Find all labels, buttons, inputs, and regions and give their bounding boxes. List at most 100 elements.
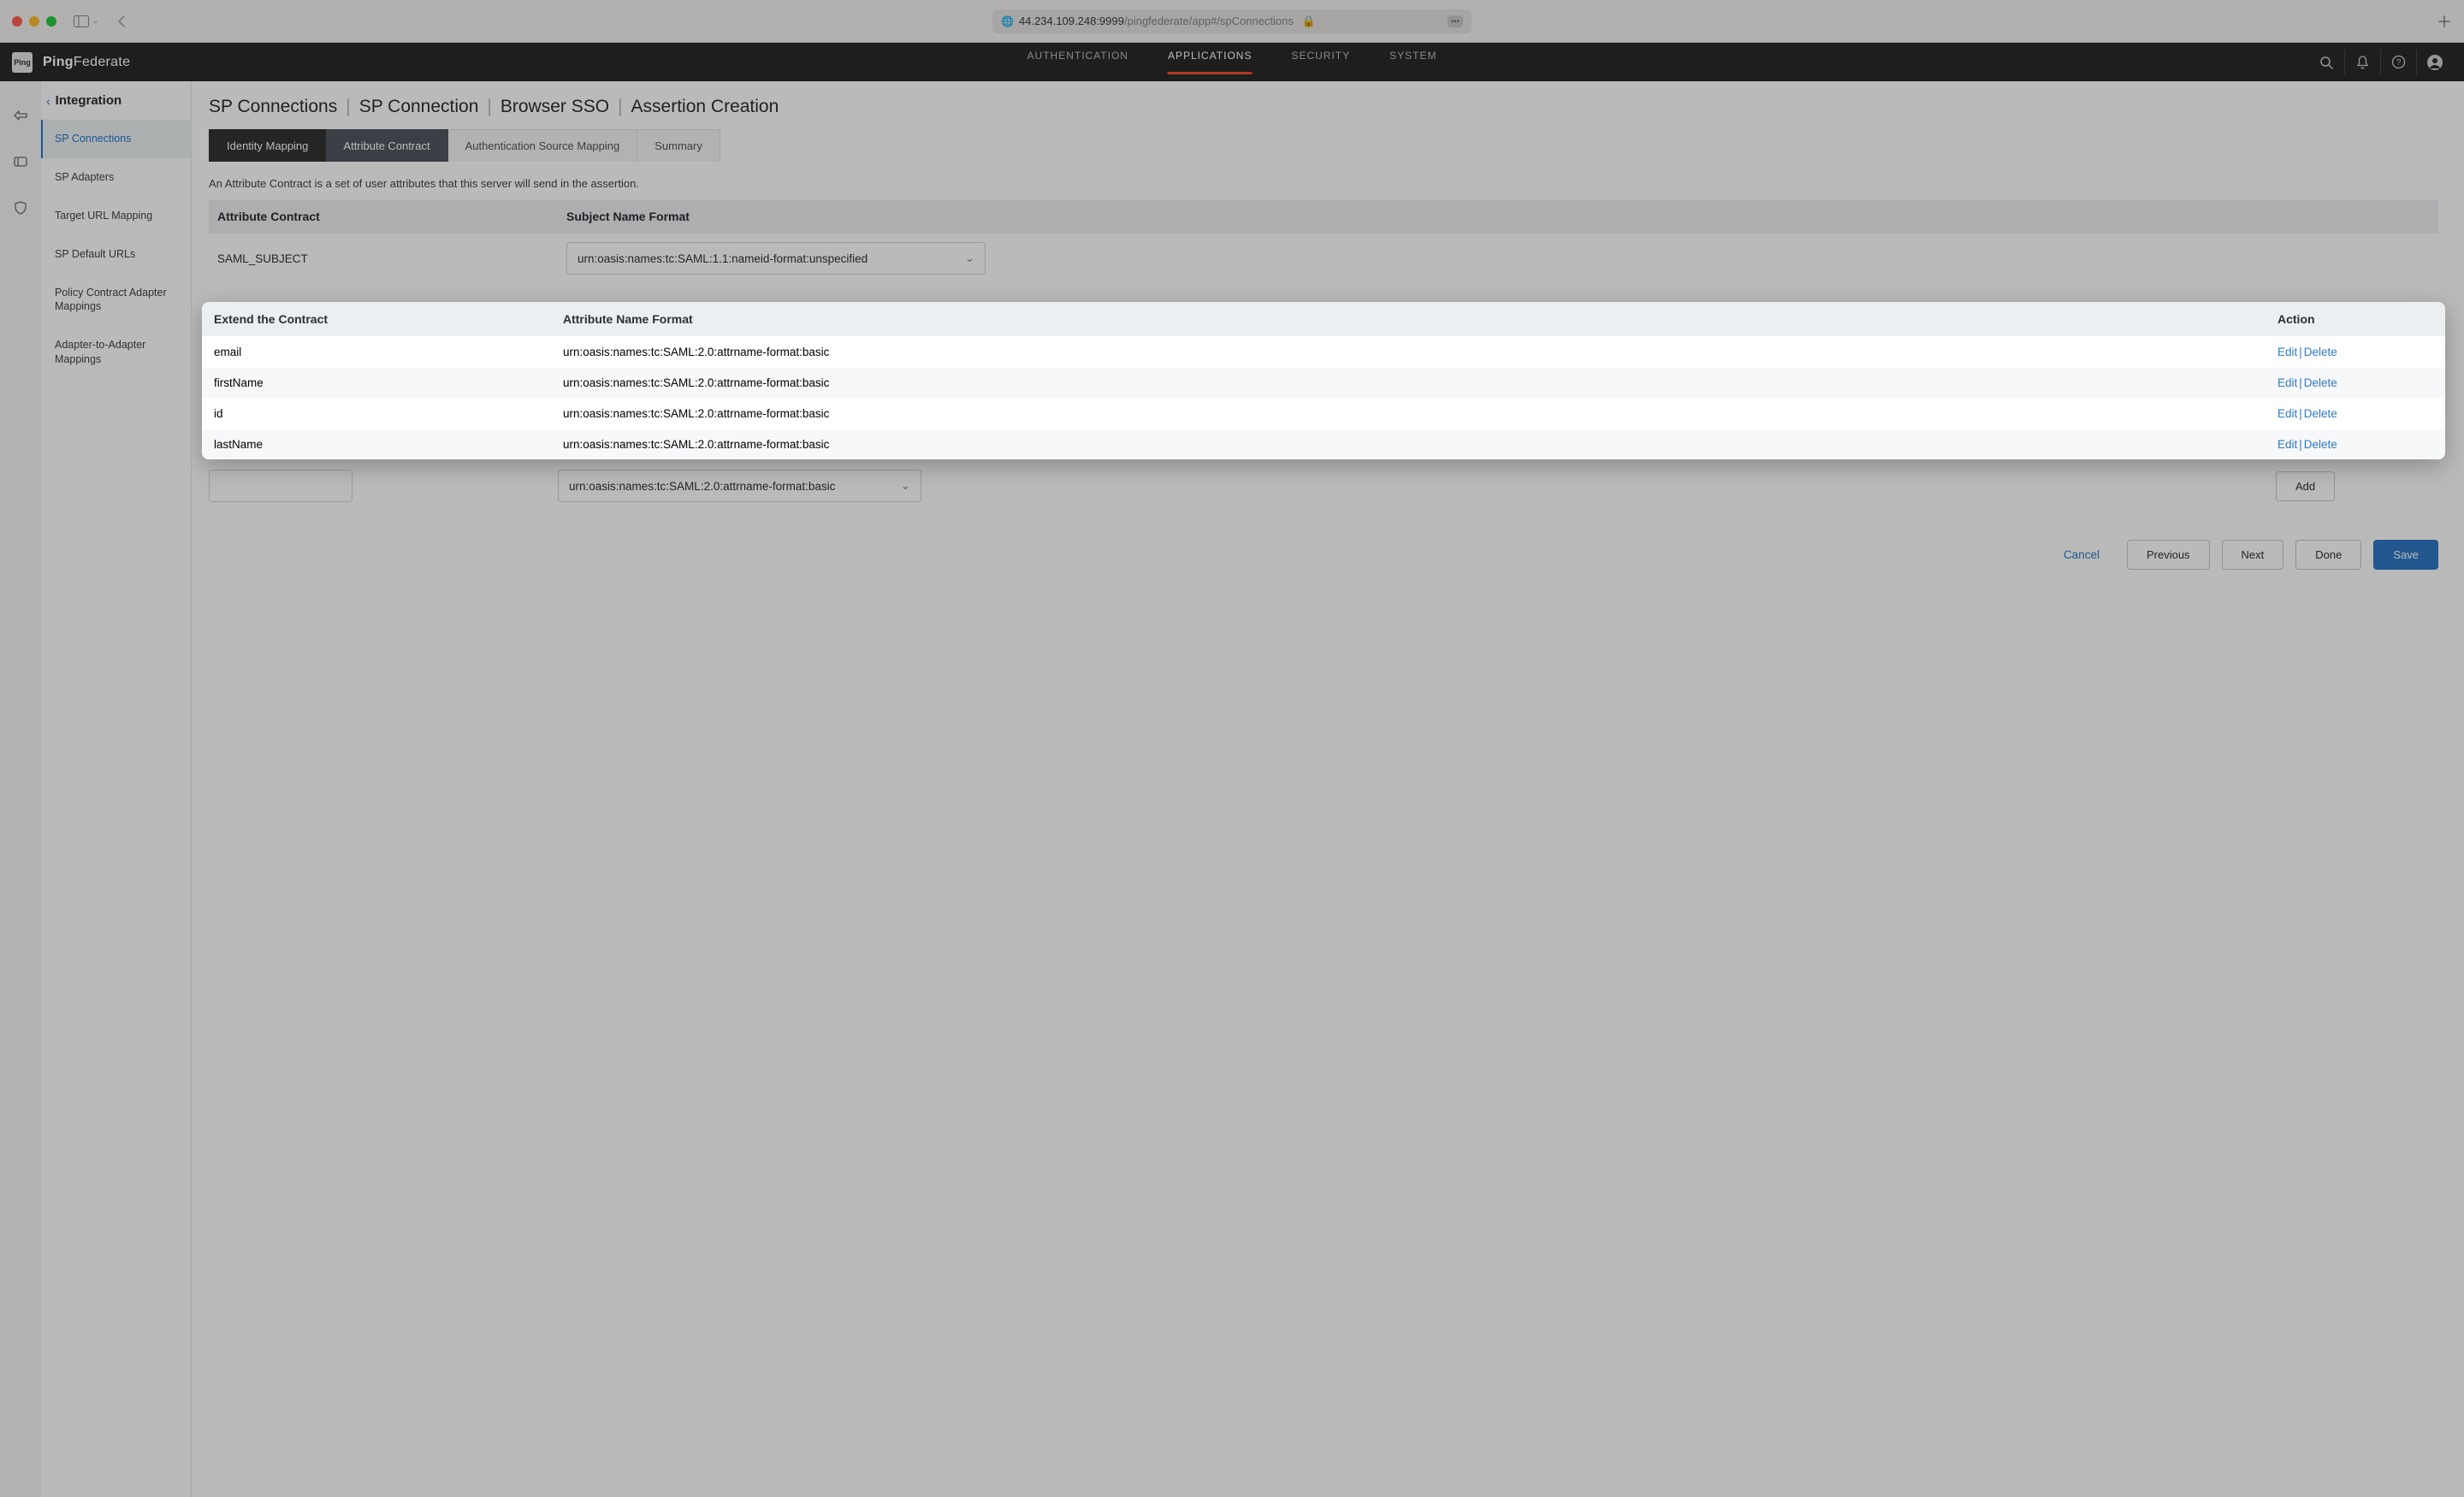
edit-link[interactable]: Edit: [2277, 346, 2297, 358]
brand-logo: Ping: [12, 52, 33, 73]
help-icon[interactable]: ?: [2380, 50, 2416, 75]
breadcrumb-item: Assertion Creation: [631, 97, 779, 117]
chevron-down-icon: ⌄: [901, 479, 910, 493]
edit-link[interactable]: Edit: [2277, 407, 2297, 420]
nav-security[interactable]: SECURITY: [1291, 50, 1350, 74]
extend-attr-name: id: [202, 399, 551, 429]
url-path: /pingfederate/app#/spConnections: [1124, 15, 1294, 27]
sidebar: ‹ Integration SP Connections SP Adapters…: [41, 81, 192, 1497]
delete-link[interactable]: Delete: [2304, 407, 2337, 420]
url-host: 44.234.109.248:9999: [1019, 15, 1124, 27]
previous-button[interactable]: Previous: [2127, 540, 2210, 570]
sidebar-item-sp-connections[interactable]: SP Connections: [41, 120, 191, 158]
delete-link[interactable]: Delete: [2304, 376, 2337, 389]
url-bar[interactable]: 🌐 44.234.109.248:9999/pingfederate/app#/…: [992, 9, 1472, 33]
add-button[interactable]: Add: [2276, 471, 2335, 501]
nav-authentication[interactable]: AUTHENTICATION: [1028, 50, 1128, 74]
extend-attr-format: urn:oasis:names:tc:SAML:2.0:attrname-for…: [551, 337, 2266, 368]
tab-identity-mapping[interactable]: Identity Mapping: [209, 129, 326, 162]
svg-text:?: ?: [2396, 58, 2402, 68]
back-button[interactable]: [116, 15, 126, 28]
extend-attr-format: urn:oasis:names:tc:SAML:2.0:attrname-for…: [551, 368, 2266, 399]
tab-auth-source-mapping[interactable]: Authentication Source Mapping: [448, 129, 638, 162]
delete-link[interactable]: Delete: [2304, 346, 2337, 358]
extend-attr-name: firstName: [202, 368, 551, 399]
contract-attr-name: SAML_SUBJECT: [209, 234, 558, 284]
col-attribute-contract: Attribute Contract: [209, 200, 558, 234]
add-attribute-row: urn:oasis:names:tc:SAML:2.0:attrname-for…: [209, 470, 2438, 502]
icon-rail: [0, 81, 41, 1497]
rail-adapter-icon[interactable]: [12, 153, 29, 170]
sidebar-item-sp-adapters[interactable]: SP Adapters: [41, 158, 191, 197]
app-header: Ping PingFederate AUTHENTICATION APPLICA…: [0, 43, 2464, 81]
url-more-button[interactable]: •••: [1448, 15, 1463, 27]
table-row: SAML_SUBJECT urn:oasis:names:tc:SAML:1.1…: [209, 234, 2438, 284]
breadcrumb-item[interactable]: SP Connections: [209, 97, 337, 117]
lock-icon: 🔒: [1302, 15, 1316, 28]
nav-system[interactable]: SYSTEM: [1389, 50, 1436, 74]
main-content: SP Connections | SP Connection | Browser…: [192, 81, 2464, 1497]
table-row: lastNameurn:oasis:names:tc:SAML:2.0:attr…: [202, 429, 2445, 460]
new-tab-button[interactable]: ＋: [2437, 10, 2452, 33]
select-value: urn:oasis:names:tc:SAML:1.1:nameid-forma…: [578, 252, 868, 265]
primary-nav: AUTHENTICATION APPLICATIONS SECURITY SYS…: [1028, 50, 1437, 74]
tab-attribute-contract[interactable]: Attribute Contract: [326, 129, 447, 162]
sidebar-item-adapter-to-adapter-mappings[interactable]: Adapter-to-Adapter Mappings: [41, 326, 191, 379]
search-icon[interactable]: [2308, 50, 2344, 75]
wizard-footer: Cancel Previous Next Done Save: [209, 540, 2438, 570]
next-button[interactable]: Next: [2222, 540, 2284, 570]
window-controls: [12, 16, 56, 27]
sidebar-back-button[interactable]: ‹ Integration: [41, 81, 191, 120]
table-row: emailurn:oasis:names:tc:SAML:2.0:attrnam…: [202, 337, 2445, 368]
cancel-button[interactable]: Cancel: [2048, 540, 2115, 570]
page-description: An Attribute Contract is a set of user a…: [209, 177, 2438, 190]
extend-attr-format: urn:oasis:names:tc:SAML:2.0:attrname-for…: [551, 429, 2266, 460]
breadcrumb-item[interactable]: Browser SSO: [500, 97, 609, 117]
browser-chrome: ⌄ 🌐 44.234.109.248:9999/pingfederate/app…: [0, 0, 2464, 43]
close-window-button[interactable]: [12, 16, 22, 27]
sidebar-item-policy-contract-adapter-mappings[interactable]: Policy Contract Adapter Mappings: [41, 274, 191, 327]
done-button[interactable]: Done: [2295, 540, 2361, 570]
nav-applications[interactable]: APPLICATIONS: [1168, 50, 1252, 74]
extend-attr-actions: Edit|Delete: [2266, 429, 2445, 460]
delete-link[interactable]: Delete: [2304, 438, 2337, 451]
extend-attr-format: urn:oasis:names:tc:SAML:2.0:attrname-for…: [551, 399, 2266, 429]
extend-attr-actions: Edit|Delete: [2266, 368, 2445, 399]
wizard-tabs: Identity Mapping Attribute Contract Auth…: [209, 129, 2438, 162]
extend-attr-actions: Edit|Delete: [2266, 399, 2445, 429]
minimize-window-button[interactable]: [29, 16, 39, 27]
extend-contract-panel: Extend the Contract Attribute Name Forma…: [202, 302, 2445, 459]
globe-icon: 🌐: [1001, 15, 1014, 27]
extend-attr-name: lastName: [202, 429, 551, 460]
subject-name-format-select[interactable]: urn:oasis:names:tc:SAML:1.1:nameid-forma…: [566, 242, 986, 275]
extend-attr-name: email: [202, 337, 551, 368]
table-row: firstNameurn:oasis:names:tc:SAML:2.0:att…: [202, 368, 2445, 399]
breadcrumb: SP Connections | SP Connection | Browser…: [209, 97, 2438, 117]
breadcrumb-item[interactable]: SP Connection: [359, 97, 479, 117]
col-attribute-name-format: Attribute Name Format: [551, 302, 2266, 337]
brand-name: PingFederate: [43, 55, 130, 70]
new-attribute-format-select[interactable]: urn:oasis:names:tc:SAML:2.0:attrname-for…: [558, 470, 921, 502]
save-button[interactable]: Save: [2373, 540, 2438, 570]
rail-shield-icon[interactable]: [12, 199, 29, 216]
table-row: idurn:oasis:names:tc:SAML:2.0:attrname-f…: [202, 399, 2445, 429]
sidebar-item-sp-default-urls[interactable]: SP Default URLs: [41, 235, 191, 274]
new-attribute-input[interactable]: [209, 470, 352, 502]
extend-attr-actions: Edit|Delete: [2266, 337, 2445, 368]
sidebar-toggle-button[interactable]: ⌄: [74, 15, 99, 27]
select-value: urn:oasis:names:tc:SAML:2.0:attrname-for…: [569, 480, 835, 493]
rail-connection-icon[interactable]: [12, 107, 29, 124]
sidebar-title: Integration: [56, 93, 122, 108]
edit-link[interactable]: Edit: [2277, 438, 2297, 451]
tab-summary[interactable]: Summary: [637, 129, 720, 162]
col-action: Action: [2266, 302, 2445, 337]
bell-icon[interactable]: [2344, 50, 2380, 75]
user-icon[interactable]: [2416, 50, 2452, 75]
maximize-window-button[interactable]: [46, 16, 56, 27]
col-extend-contract: Extend the Contract: [202, 302, 551, 337]
chevron-down-icon: ⌄: [965, 251, 974, 265]
attribute-contract-table: Attribute Contract Subject Name Format S…: [209, 200, 2438, 283]
edit-link[interactable]: Edit: [2277, 376, 2297, 389]
chevron-left-icon: ‹: [46, 94, 50, 108]
sidebar-item-target-url-mapping[interactable]: Target URL Mapping: [41, 197, 191, 235]
